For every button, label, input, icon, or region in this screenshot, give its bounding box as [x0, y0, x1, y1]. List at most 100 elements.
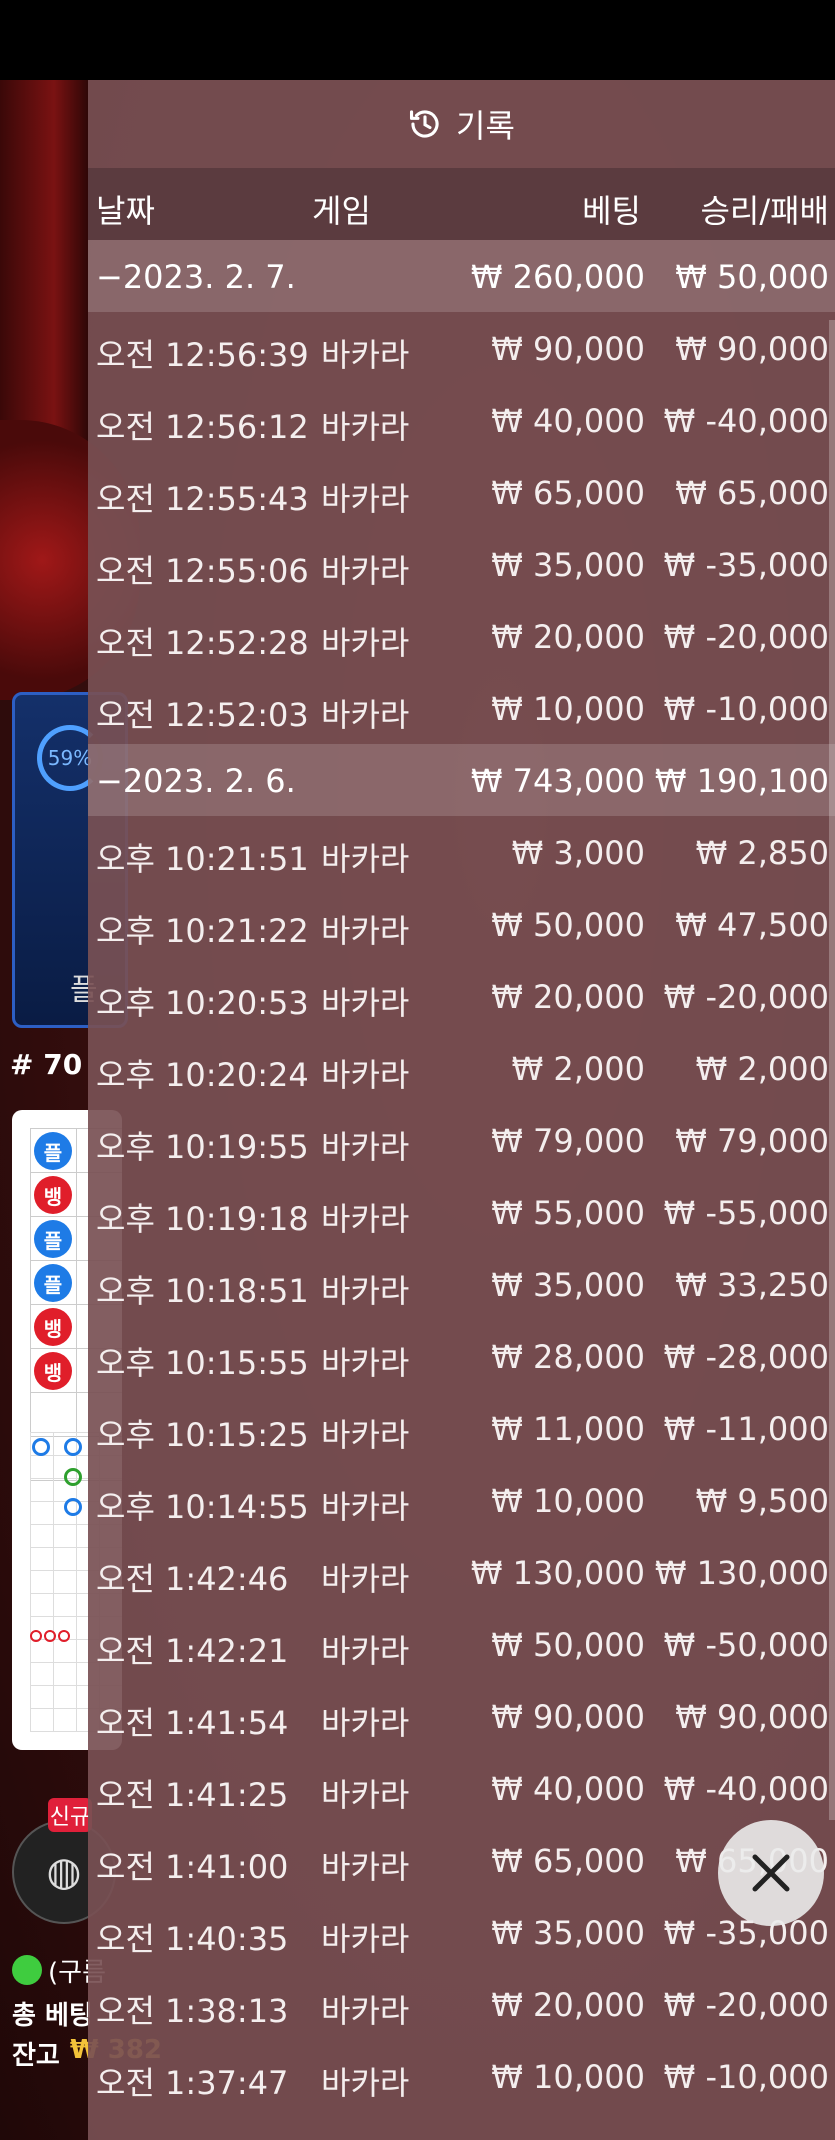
row-result: ₩ -11,000 — [663, 1410, 829, 1448]
row-bet: ₩ 35,000 — [491, 546, 645, 584]
road-mark — [64, 1498, 82, 1516]
row-game: 바카라 — [321, 696, 410, 734]
history-row[interactable]: 오전 1:42:21 바카라 ₩ 50,000 ₩ -50,000 — [88, 1608, 835, 1680]
row-time: 오전 1:38:13 — [96, 1992, 289, 2030]
history-list[interactable]: −2023. 2. 7. ₩ 260,000 ₩ 50,000 오전 12:56:39… — [88, 240, 835, 2112]
history-row[interactable]: 오전 12:55:06 바카라 ₩ 35,000 ₩ -35,000 — [88, 528, 835, 600]
row-time: 오전 12:55:06 — [96, 552, 309, 590]
row-result: ₩ 47,500 — [675, 906, 829, 944]
road-mark — [64, 1468, 82, 1486]
row-game: 바카라 — [321, 840, 410, 878]
row-bet: ₩ 10,000 — [491, 690, 645, 728]
row-game: 바카라 — [321, 552, 410, 590]
history-row[interactable]: 오후 10:20:53 바카라 ₩ 20,000 ₩ -20,000 — [88, 960, 835, 1032]
date-group-row[interactable]: −2023. 2. 7. ₩ 260,000 ₩ 50,000 — [88, 240, 835, 312]
bead-banker: 뱅 — [34, 1308, 72, 1346]
row-result: ₩ 90,000 — [675, 330, 829, 368]
row-game: 바카라 — [321, 1488, 410, 1526]
date-group-row[interactable]: −2023. 2. 6. ₩ 743,000 ₩ 190,100 — [88, 744, 835, 816]
row-game: 바카라 — [321, 1344, 410, 1382]
row-game: 바카라 — [321, 1632, 410, 1670]
row-bet: ₩ 35,000 — [491, 1914, 645, 1952]
row-bet: ₩ 20,000 — [491, 1986, 645, 2024]
row-result: ₩ 33,250 — [675, 1266, 829, 1304]
history-row[interactable]: 오전 1:42:46 바카라 ₩ 130,000 ₩ 130,000 — [88, 1536, 835, 1608]
row-time: 오후 10:18:51 — [96, 1272, 309, 1310]
history-row[interactable]: 오전 12:56:39 바카라 ₩ 90,000 ₩ 90,000 — [88, 312, 835, 384]
row-bet: ₩ 90,000 — [491, 1698, 645, 1736]
group-result-total: ₩ 50,000 — [675, 258, 829, 296]
row-game: 바카라 — [321, 408, 410, 446]
row-time: 오전 1:41:25 — [96, 1776, 289, 1814]
row-time: 오전 12:52:28 — [96, 624, 309, 662]
row-time: 오전 12:56:12 — [96, 408, 309, 446]
row-result: ₩ -20,000 — [663, 978, 829, 1016]
history-row[interactable]: 오전 1:41:54 바카라 ₩ 90,000 ₩ 90,000 — [88, 1680, 835, 1752]
history-row[interactable]: 오전 1:40:35 바카라 ₩ 35,000 ₩ -35,000 — [88, 1896, 835, 1968]
row-game: 바카라 — [321, 336, 410, 374]
row-bet: ₩ 35,000 — [491, 1266, 645, 1304]
row-bet: ₩ 40,000 — [491, 1770, 645, 1808]
history-row[interactable]: 오전 12:55:43 바카라 ₩ 65,000 ₩ 65,000 — [88, 456, 835, 528]
panel-header: 기록 — [88, 80, 835, 168]
group-date: −2023. 2. 7. — [96, 258, 296, 296]
row-bet: ₩ 55,000 — [491, 1194, 645, 1232]
row-result: ₩ 65,000 — [675, 474, 829, 512]
history-row[interactable]: 오후 10:18:51 바카라 ₩ 35,000 ₩ 33,250 — [88, 1248, 835, 1320]
history-row[interactable]: 오후 10:20:24 바카라 ₩ 2,000 ₩ 2,000 — [88, 1032, 835, 1104]
row-result: ₩ -35,000 — [663, 546, 829, 584]
row-game: 바카라 — [321, 1848, 410, 1886]
total-bet-label: 총 베팅 — [12, 2001, 93, 2031]
row-result: ₩ 90,000 — [675, 1698, 829, 1736]
row-game: 바카라 — [321, 984, 410, 1022]
row-game: 바카라 — [321, 1920, 410, 1958]
history-row[interactable]: 오후 10:15:25 바카라 ₩ 11,000 ₩ -11,000 — [88, 1392, 835, 1464]
history-row[interactable]: 오후 10:15:55 바카라 ₩ 28,000 ₩ -28,000 — [88, 1320, 835, 1392]
row-game: 바카라 — [321, 1704, 410, 1742]
road-mark — [64, 1438, 82, 1456]
row-time: 오전 1:37:47 — [96, 2064, 289, 2102]
row-bet: ₩ 2,000 — [511, 1050, 645, 1088]
bead-player: 플 — [34, 1264, 72, 1302]
row-result: ₩ 79,000 — [675, 1122, 829, 1160]
row-bet: ₩ 79,000 — [491, 1122, 645, 1160]
row-result: ₩ 2,850 — [695, 834, 829, 872]
scrollbar[interactable] — [829, 320, 835, 1820]
row-time: 오후 10:21:51 — [96, 840, 309, 878]
row-bet: ₩ 20,000 — [491, 978, 645, 1016]
row-result: ₩ -55,000 — [663, 1194, 829, 1232]
history-row[interactable]: 오후 10:21:51 바카라 ₩ 3,000 ₩ 2,850 — [88, 816, 835, 888]
history-row[interactable]: 오후 10:21:22 바카라 ₩ 50,000 ₩ 47,500 — [88, 888, 835, 960]
row-bet: ₩ 50,000 — [491, 1626, 645, 1664]
row-game: 바카라 — [321, 624, 410, 662]
balance-label: 잔고 — [12, 2041, 60, 2071]
row-result: ₩ -28,000 — [663, 1338, 829, 1376]
history-row[interactable]: 오전 12:56:12 바카라 ₩ 40,000 ₩ -40,000 — [88, 384, 835, 456]
group-date: −2023. 2. 6. — [96, 762, 296, 800]
new-badge: 신규 — [48, 1798, 92, 1832]
row-game: 바카라 — [321, 2064, 410, 2102]
history-row[interactable]: 오전 12:52:28 바카라 ₩ 20,000 ₩ -20,000 — [88, 600, 835, 672]
close-icon — [752, 1854, 790, 1892]
row-bet: ₩ 40,000 — [491, 402, 645, 440]
road-mark — [30, 1630, 42, 1642]
row-game: 바카라 — [321, 1272, 410, 1310]
history-row[interactable]: 오후 10:19:18 바카라 ₩ 55,000 ₩ -55,000 — [88, 1176, 835, 1248]
group-result-total: ₩ 190,100 — [654, 762, 829, 800]
row-result: ₩ 130,000 — [654, 1554, 829, 1592]
close-button[interactable] — [718, 1820, 824, 1926]
history-row[interactable]: 오전 12:52:03 바카라 ₩ 10,000 ₩ -10,000 — [88, 672, 835, 744]
column-date: 날짜 — [96, 192, 155, 230]
history-row[interactable]: 오전 1:37:47 바카라 ₩ 10,000 ₩ -10,000 — [88, 2040, 835, 2112]
history-row[interactable]: 오후 10:19:55 바카라 ₩ 79,000 ₩ 79,000 — [88, 1104, 835, 1176]
history-row[interactable]: 오후 10:14:55 바카라 ₩ 10,000 ₩ 9,500 — [88, 1464, 835, 1536]
history-row[interactable]: 오전 1:41:25 바카라 ₩ 40,000 ₩ -40,000 — [88, 1752, 835, 1824]
row-game: 바카라 — [321, 1776, 410, 1814]
history-row[interactable]: 오전 1:38:13 바카라 ₩ 20,000 ₩ -20,000 — [88, 1968, 835, 2040]
row-time: 오후 10:21:22 — [96, 912, 309, 950]
history-clock-icon — [410, 110, 439, 138]
bead-player: 플 — [34, 1220, 72, 1258]
row-bet: ₩ 90,000 — [491, 330, 645, 368]
column-game: 게임 — [312, 192, 371, 230]
row-bet: ₩ 65,000 — [491, 474, 645, 512]
